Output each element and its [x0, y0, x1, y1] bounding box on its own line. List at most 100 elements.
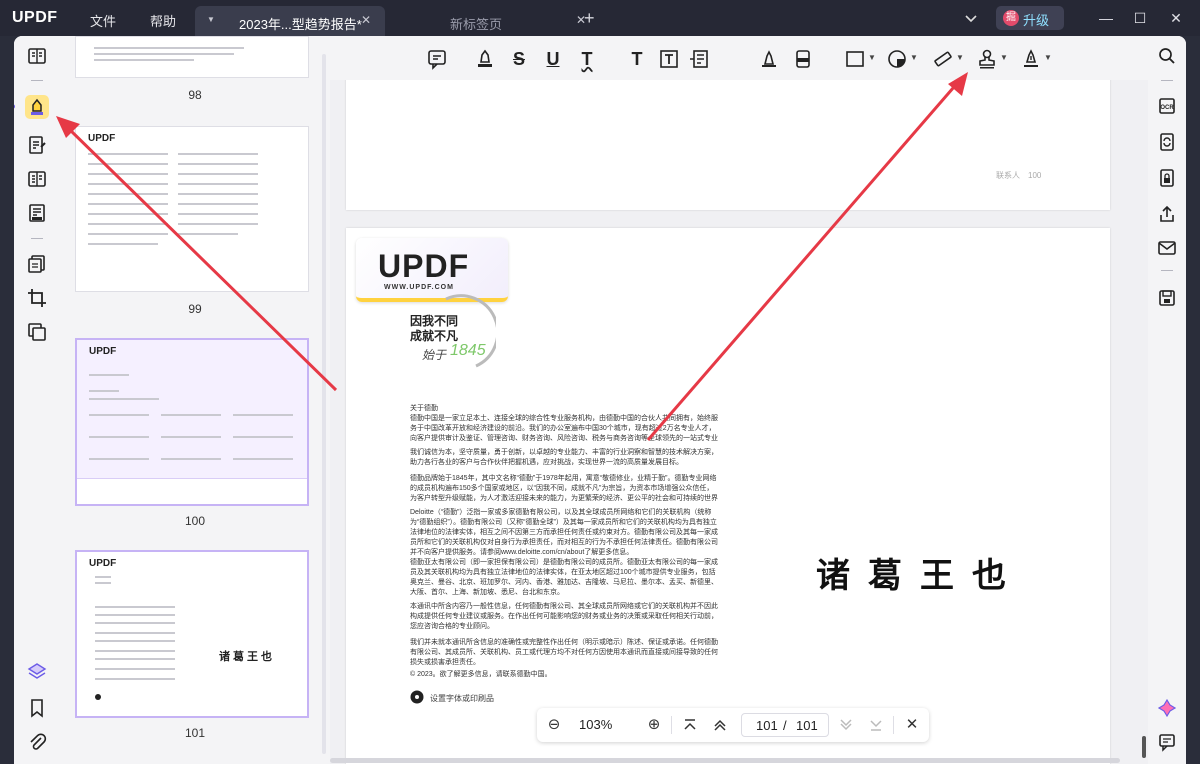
signature-dropdown-icon[interactable]: ▼ [1044, 53, 1052, 62]
shape-rectangle-icon[interactable] [844, 48, 866, 70]
organize-pages-icon[interactable] [27, 169, 47, 189]
crop-icon[interactable] [27, 288, 47, 308]
footer-note: 设置字体或印刷品 [430, 694, 494, 703]
slogan-signature: 始于 [422, 348, 447, 362]
attachment-icon[interactable] [27, 732, 47, 752]
menu-help[interactable]: 帮助 [150, 11, 176, 30]
text-callout-icon[interactable] [688, 48, 710, 70]
tab-dropdown-icon[interactable]: ▼ [207, 15, 215, 24]
page-separator: / [783, 718, 787, 733]
note-icon[interactable] [426, 48, 448, 70]
menu-file[interactable]: 文件 [90, 11, 116, 30]
zoom-level[interactable]: 103% [579, 717, 612, 732]
vertical-scroll-thumb[interactable] [1142, 736, 1146, 758]
rail-divider [1161, 80, 1173, 81]
thumbnail-page-100[interactable]: UPDF [75, 338, 309, 506]
comment-toolbar: S U T T ▼ ▼ ▼ ▼ ▼ [330, 36, 1140, 80]
last-page-icon[interactable] [867, 716, 885, 734]
reader-mode-icon[interactable] [27, 46, 47, 66]
page-contact-note: 联系人 100 [996, 171, 1042, 180]
close-window-icon[interactable]: ✕ [1166, 8, 1186, 28]
comments-panel-icon[interactable] [1157, 732, 1177, 752]
maximize-icon[interactable]: ☐ [1130, 8, 1150, 28]
text-box-icon[interactable] [658, 48, 680, 70]
stamp-icon[interactable] [976, 48, 998, 70]
current-page: 101 [756, 718, 778, 733]
updf-logo-word: UPDF [378, 248, 470, 284]
pencil-icon[interactable] [758, 48, 780, 70]
thumbnail-number: 98 [188, 88, 202, 102]
document-horizontal-scrollbar[interactable] [330, 758, 1120, 763]
app-logo: UPDF [12, 9, 58, 26]
form-icon[interactable] [27, 203, 47, 223]
tab-close-icon[interactable]: ✕ [359, 13, 373, 27]
right-tool-rail: OCR [1148, 36, 1186, 764]
share-icon[interactable] [1157, 204, 1177, 224]
ai-assistant-icon[interactable] [1157, 698, 1177, 718]
chevron-down-icon[interactable] [963, 10, 979, 26]
zoom-in-icon[interactable]: ⊕ [645, 716, 663, 734]
highlighter-comment-icon[interactable] [27, 97, 47, 117]
slogan-year: 1845 [450, 342, 486, 359]
about-heading: 关于德勤 [410, 405, 438, 412]
upgrade-button[interactable]: 掘 升级 [996, 6, 1064, 30]
strikethrough-icon[interactable]: S [508, 48, 530, 70]
previous-page-icon[interactable] [711, 716, 729, 734]
thumbnail-page-99[interactable]: UPDF [75, 126, 309, 292]
stamp-dropdown-icon[interactable]: ▼ [1000, 53, 1008, 62]
text-comment-icon[interactable]: T [626, 48, 648, 70]
measure-dropdown-icon[interactable]: ▼ [956, 53, 964, 62]
upgrade-label: 升级 [1023, 13, 1050, 28]
compress-icon[interactable] [27, 322, 47, 342]
thumbnail-page-101[interactable]: UPDF 诸葛王也 [75, 550, 309, 718]
rail-divider [1161, 270, 1173, 271]
highlight-icon[interactable] [474, 48, 496, 70]
app-frame: 98 UPDF 99 UPDF 100 UPDF 诸葛王也 101 S U T … [14, 36, 1186, 764]
left-tool-rail [14, 36, 60, 764]
svg-text:OCR: OCR [1160, 105, 1174, 111]
email-icon[interactable] [1157, 238, 1177, 258]
protect-icon[interactable] [1157, 168, 1177, 188]
save-icon[interactable] [1157, 288, 1177, 308]
minimize-icon[interactable]: — [1096, 8, 1116, 28]
ocr-icon[interactable]: OCR [1157, 96, 1177, 116]
edit-pdf-icon[interactable] [27, 135, 47, 155]
signature-stamp[interactable]: 诸葛王也 [816, 548, 1024, 597]
paragraph-6: 本通讯中所含内容乃一般性信息，任何德勤有限公司、其全球成员所网络或它们的关联机构… [410, 603, 718, 630]
signature-pen-icon[interactable] [1020, 48, 1042, 70]
thumbnail-panel: 98 UPDF 99 UPDF 100 UPDF 诸葛王也 101 [60, 36, 330, 764]
page-tools-icon[interactable] [27, 254, 47, 274]
tab-document[interactable]: ▼ 2023年...型趋势报告* ✕ [195, 6, 385, 36]
sticker-dropdown-icon[interactable]: ▼ [910, 53, 918, 62]
bookmark-icon[interactable] [27, 698, 47, 718]
layers-icon[interactable] [27, 662, 47, 682]
document-vertical-scrollbar[interactable] [1140, 80, 1148, 764]
close-navigation-icon[interactable]: ✕ [903, 716, 921, 734]
shape-dropdown-icon[interactable]: ▼ [868, 53, 876, 62]
pdf-page-100: 联系人 100 [346, 80, 1110, 210]
squiggly-icon[interactable]: T [576, 48, 598, 70]
page-number-field[interactable]: 101 / 101 [741, 713, 829, 737]
sticker-icon[interactable] [886, 48, 908, 70]
zoom-out-icon[interactable]: ⊖ [545, 716, 563, 734]
nav-divider [893, 716, 894, 734]
updf-logo-card: UPDF WWW.UPDF.COM [356, 238, 508, 302]
measure-icon[interactable] [932, 48, 954, 70]
thumbnail-number: 101 [184, 726, 206, 740]
rail-divider [31, 80, 43, 81]
thumbnail-page-98[interactable] [75, 36, 309, 78]
eco-print-icon [410, 690, 424, 704]
thumbnail-scrollbar[interactable] [322, 54, 326, 754]
nav-divider [671, 716, 672, 734]
next-page-icon[interactable] [837, 716, 855, 734]
search-icon[interactable] [1157, 46, 1177, 66]
new-tab-plus-icon[interactable]: + [584, 8, 595, 29]
eraser-icon[interactable] [792, 48, 814, 70]
tab-new[interactable]: 新标签页 ✕ [388, 6, 586, 36]
rail-divider [31, 238, 43, 239]
document-viewport[interactable]: 联系人 100 UPDF WWW.UPDF.COM 因我不同 成就不凡 始于 1… [330, 80, 1140, 764]
underline-icon[interactable]: U [542, 48, 564, 70]
first-page-icon[interactable] [681, 716, 699, 734]
convert-icon[interactable] [1157, 132, 1177, 152]
thumbnail-number: 100 [184, 514, 206, 528]
